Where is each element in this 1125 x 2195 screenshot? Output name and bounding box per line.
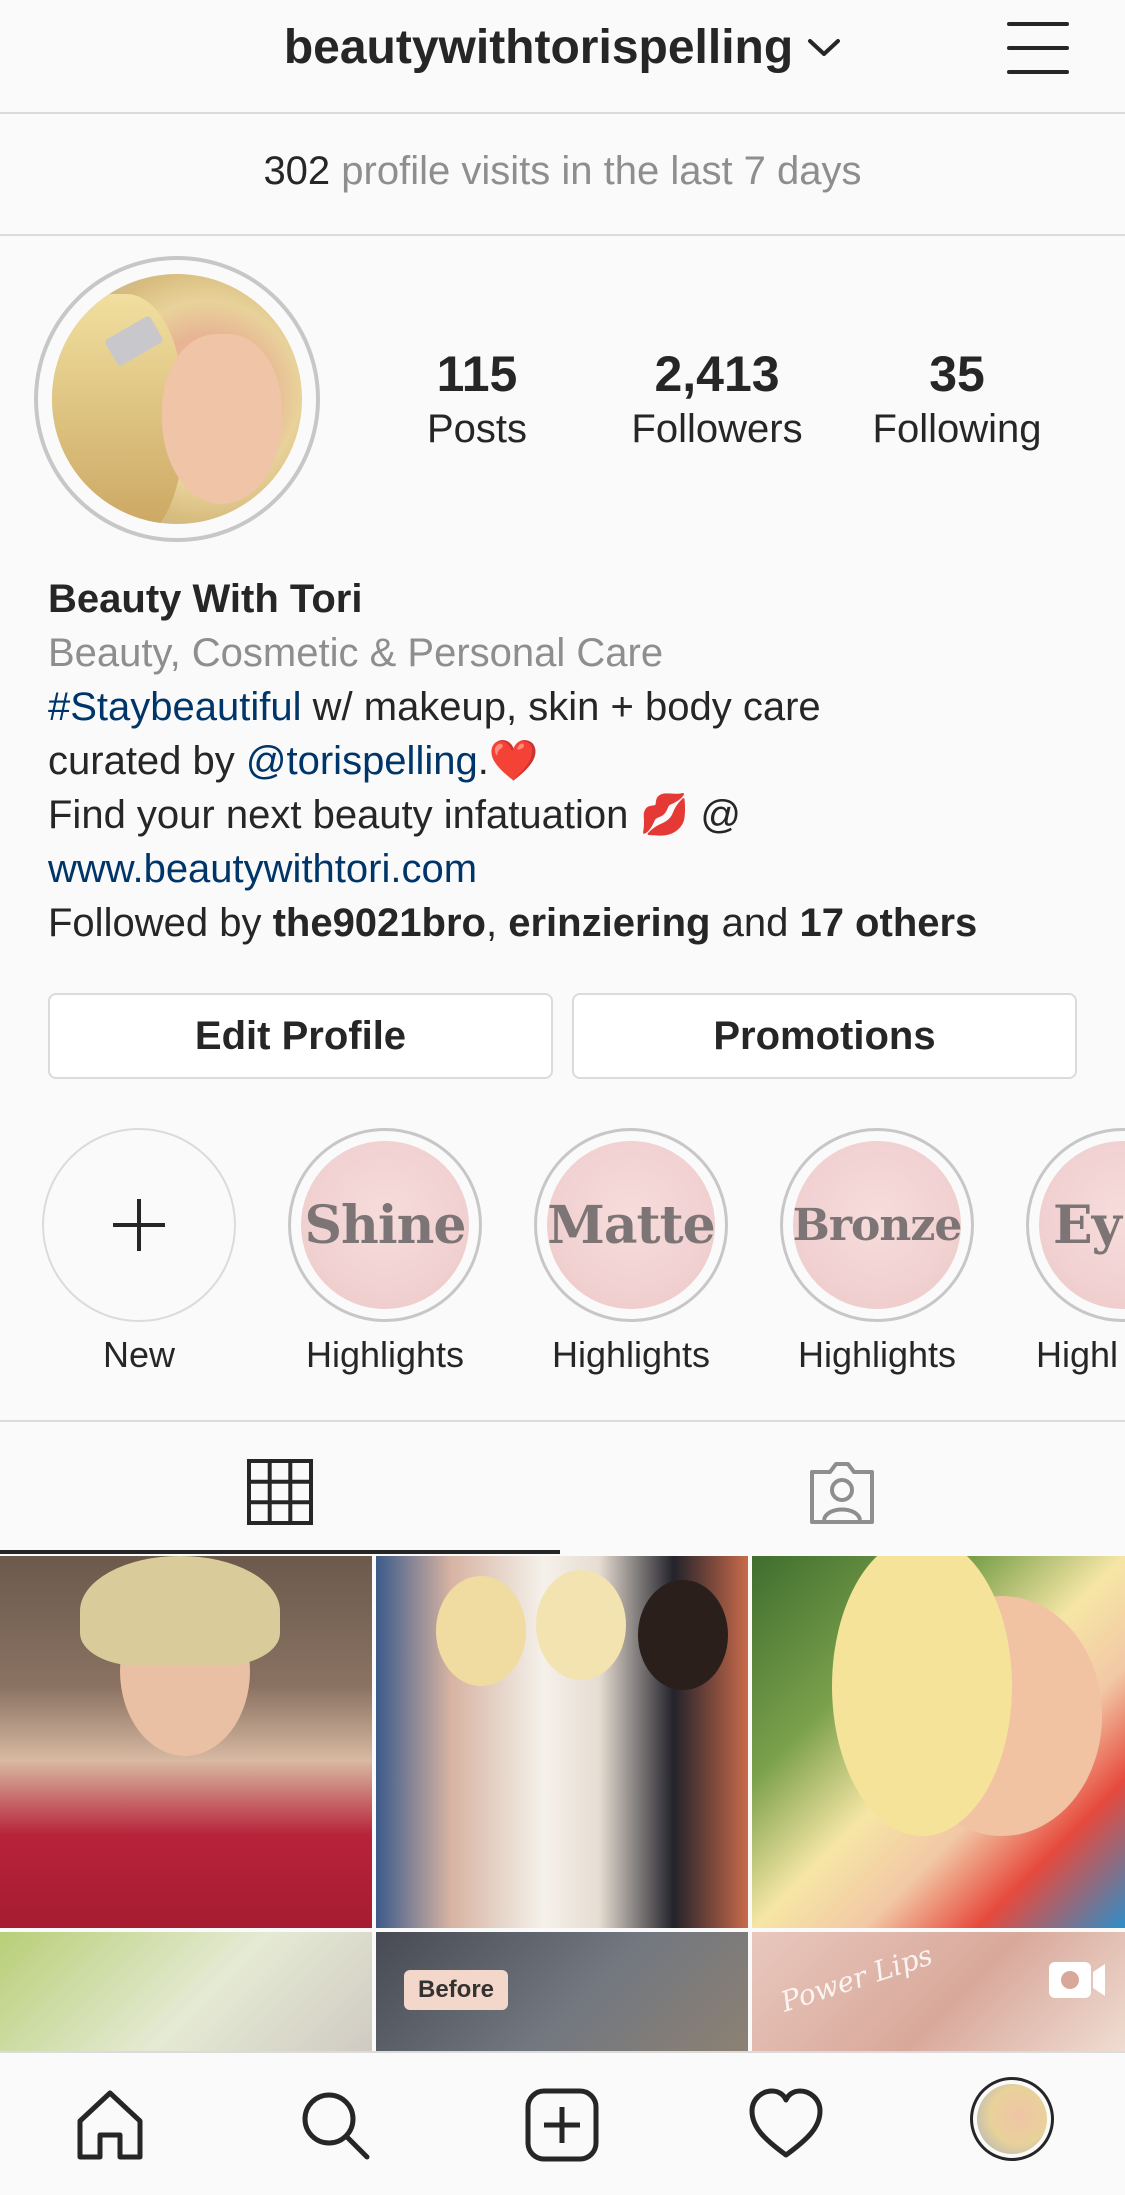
powerlips-text: Power Lips [776,1938,937,2019]
bio-line-2: curated by @torispelling.❤️ [48,739,539,783]
before-tag: Before [404,1970,509,2010]
following-label: Following [872,407,1042,451]
profile-visits-banner[interactable]: 302 profile visits in the last 7 days [0,116,1125,236]
followed-by[interactable]: Followed by the9021bro, erinziering and … [48,896,1108,950]
username-label: beautywithtorispelling [283,21,794,74]
post-thumbnail[interactable]: Before [376,1932,748,2051]
account-switcher[interactable]: beautywithtorispelling [0,20,1125,75]
post-grid: Before Power Lips [0,1556,1125,2051]
hamburger-menu-icon[interactable] [1007,22,1069,74]
plus-icon [44,1130,234,1320]
highlight-matte[interactable]: Matte Highlights [534,1128,728,1376]
profile-bio: Beauty With Tori Beauty, Cosmetic & Pers… [48,572,1108,950]
profile-avatar[interactable] [34,256,320,542]
highlight-bronze[interactable]: Bronze Highlights [780,1128,974,1376]
following-stat[interactable]: 35 Following [854,344,1060,454]
profile-avatar[interactable] [970,2077,1054,2161]
promotions-button[interactable]: Promotions [572,993,1077,1079]
edit-profile-button[interactable]: Edit Profile [48,993,553,1079]
visits-text: profile visits in the last 7 days [330,149,862,193]
followers-label: Followers [631,407,803,451]
followers-count: 2,413 [654,346,780,402]
posts-stat[interactable]: 115 Posts [400,344,554,454]
igtv-icon [1049,1962,1105,1998]
visits-count: 302 [263,149,331,193]
followers-stat[interactable]: 2,413 Followers [612,344,822,454]
highlight-label: Highlights [305,1334,465,1375]
highlight-cover: Ey [1039,1141,1125,1309]
profile-category: Beauty, Cosmetic & Personal Care [48,631,664,675]
highlight-label: Highlights [797,1334,957,1375]
post-thumbnail[interactable] [0,1932,372,2051]
mention-link[interactable]: @torispelling [246,739,478,783]
post-thumbnail[interactable] [376,1556,748,1928]
highlight-cover: Shine [301,1141,469,1309]
search-icon[interactable] [295,2085,375,2165]
bottom-nav-bar [0,2051,1125,2195]
highlight-shine[interactable]: Shine Highlights [288,1128,482,1376]
active-tab-indicator [0,1550,560,1554]
hashtag-link[interactable]: #Staybeautiful [48,685,302,729]
highlight-label: Highlights [551,1334,711,1375]
add-post-icon[interactable] [522,2085,602,2165]
highlight-label: New [102,1334,176,1375]
bio-line-1: #Staybeautiful w/ makeup, skin + body ca… [48,685,821,729]
posts-count: 115 [436,346,518,402]
highlight-cover: Matte [547,1141,715,1309]
activity-heart-icon[interactable] [746,2085,826,2165]
bio-line-3: Find your next beauty infatuation 💋 @ [48,793,742,837]
highlight-ey[interactable]: Ey Highl [1026,1128,1125,1376]
top-nav-bar: beautywithtorispelling [0,0,1125,114]
grid-icon[interactable] [246,1458,314,1526]
chevron-down-icon [808,38,841,56]
post-thumbnail[interactable] [752,1556,1125,1928]
highlight-label: Highl [1036,1334,1119,1375]
highlight-new[interactable]: New [42,1128,236,1376]
profile-tabs [0,1420,1125,1554]
following-count: 35 [929,346,985,402]
highlight-cover: Bronze [793,1141,961,1309]
posts-label: Posts [426,407,528,451]
post-thumbnail[interactable] [0,1556,372,1928]
profile-name: Beauty With Tori [48,577,363,621]
post-thumbnail[interactable]: Power Lips [752,1932,1125,2051]
website-link[interactable]: www.beautywithtori.com [48,842,1108,896]
tagged-person-icon[interactable] [806,1458,878,1528]
profile-photo [52,274,302,524]
highlight-new-circle [42,1128,236,1322]
home-icon[interactable] [70,2085,150,2165]
